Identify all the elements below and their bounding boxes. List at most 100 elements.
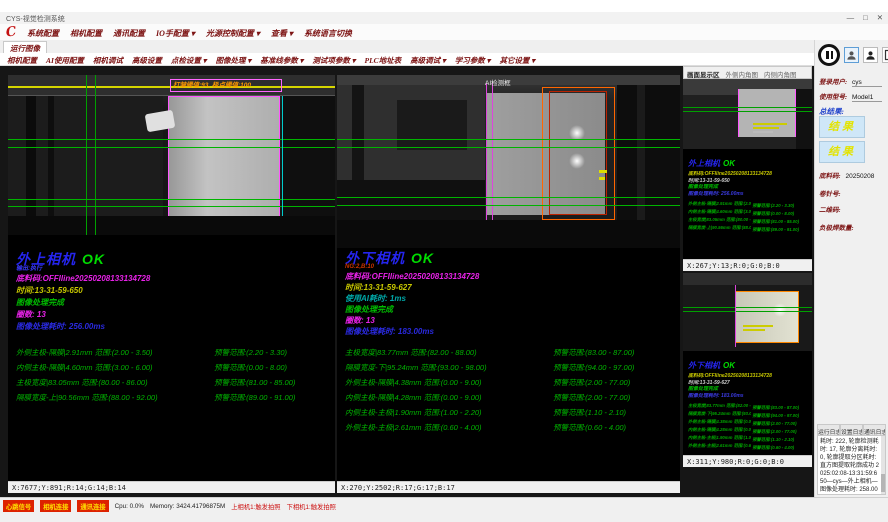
toolbar-item[interactable]: 高级设置: [132, 55, 162, 65]
overlay-text-mark: [743, 325, 773, 327]
log-tab[interactable]: 运行日志: [817, 424, 840, 435]
overlay-mark-yellow: [599, 177, 605, 180]
toolbar-item[interactable]: 测试项参数 ▾: [312, 55, 355, 65]
menu-item[interactable]: IO手配置 ▾: [156, 28, 195, 39]
measurement-row: 内侧主极-隔膜|4.60mm 范围:(3.00 - 6.00) 预警范围:(0.…: [16, 362, 333, 377]
minimize-button[interactable]: —: [847, 13, 855, 22]
measurement-value: 隔膜宽度-上|90.56mm 范围:(88.00 - 92.00): [688, 225, 751, 231]
machine-slot: [397, 100, 467, 150]
mini-bottom-coord-bar: X:311;Y:980;R:0;G:0;B:0: [683, 455, 812, 467]
login-user-value[interactable]: cys: [852, 79, 882, 87]
result-value: OK: [411, 250, 434, 266]
cell-region: [735, 291, 799, 343]
log-tab[interactable]: 设置日志: [840, 424, 863, 435]
log-scrollbar[interactable]: [881, 436, 885, 494]
tray-code-field: 底料码: 20250208: [819, 170, 885, 180]
login-button[interactable]: [844, 47, 859, 63]
threshold-overlay-label: 打皱阈值:93, 极点阈值:100: [170, 79, 282, 92]
mini-bottom-image[interactable]: [683, 273, 812, 351]
measurement-value: 主极宽度|83.05mm 范围:(80.00 - 86.00): [16, 377, 212, 388]
machine-right: [283, 96, 335, 235]
measurement-warn: 预警范围:(94.00 - 97.00): [752, 413, 799, 418]
camera-up-status: 上相机1:触发拍照: [231, 502, 280, 511]
toolbar-item[interactable]: 图像处理 ▾: [216, 55, 252, 65]
toolbar-item[interactable]: 高级调试 ▾: [410, 55, 446, 65]
menu-item[interactable]: 相机配置: [70, 28, 102, 39]
process-time-line: 图像处理耗时: 256.00ms: [16, 321, 331, 333]
overlay-line-green-h: [337, 147, 680, 148]
menu-item[interactable]: 通讯配置: [113, 28, 145, 39]
log-area[interactable]: 耗时: 222, 轮廓检测耗时: 17, 轮廓分离耗时: 0, 轮廓提取分区耗时…: [817, 435, 886, 495]
menu-item[interactable]: 光源控制配置 ▾: [206, 28, 260, 39]
machine-right: [796, 89, 812, 149]
model-value[interactable]: Model1: [852, 94, 882, 102]
menu-item[interactable]: 查看 ▾: [271, 28, 293, 39]
measurement-row: 隔膜宽度-下|95.24mm 范围:(93.00 - 98.00) 预警范围:(…: [345, 362, 678, 377]
menu-item[interactable]: 系统配置: [27, 28, 59, 39]
toolbar-item[interactable]: 点检设置 ▾: [171, 55, 207, 65]
mini-header-tab[interactable]: 内侧内角图: [764, 69, 797, 78]
overlay-line-green-h: [337, 139, 680, 140]
overlay-line-green-h: [683, 311, 812, 312]
left-camera-image[interactable]: 打皱阈值:93, 极点阈值:100: [8, 75, 335, 235]
measurement-row: 外侧主极-隔膜|2.91mm 范围:(2.00 - 3.50) 预警范围:(2.…: [688, 201, 810, 209]
window-title: CYS-视觉检测系统: [6, 14, 65, 24]
toolbar-item[interactable]: 相机配置: [7, 55, 37, 65]
measurement-value: 主极宽度|83.77mm 范围:(82.00 - 88.00): [688, 403, 751, 409]
log-tab[interactable]: 通讯日志: [863, 424, 886, 435]
overlay-line-green-h: [337, 205, 680, 206]
mini-header-tab[interactable]: 外侧内角图: [726, 69, 759, 78]
overlay-line-green-h: [683, 111, 812, 112]
measurement-warn: 预警范围:(2.00 - 77.00): [553, 378, 630, 387]
measurement-warn: 预警范围:(81.00 - 85.00): [214, 378, 295, 387]
measurement-value: 内侧主极-隔膜|4.28mm 范围:(0.00 - 9.00): [688, 427, 751, 433]
measurement-warn: 预警范围:(0.00 - 8.00): [214, 363, 287, 372]
close-button[interactable]: ✕: [877, 13, 883, 22]
menu-item[interactable]: 系统语言切换: [304, 28, 352, 39]
weld-count-label: 负极焊数量:: [819, 222, 885, 232]
center-camera-panel: AI检测框 外下相机OK NG:2,B:10 底料码:OFFIline20250…: [337, 75, 680, 493]
barcode-line: 底料码:OFFIline20250208133134728: [345, 271, 676, 282]
measurement-row: 内侧主极-隔膜|4.28mm 范围:(0.00 - 9.00) 预警范围:(2.…: [688, 427, 810, 435]
turns-line: 圈数: 13: [16, 309, 331, 321]
heartbeat-badge: 心跳信号: [3, 500, 34, 512]
tab-row: 运行图像: [0, 40, 888, 54]
cell-region: [738, 89, 796, 137]
maximize-button[interactable]: □: [863, 13, 868, 22]
overlay-mark-yellow: [599, 170, 607, 173]
measurement-row: 外侧主极-主极|2.61mm 范围:(0.60 - 4.00) 预警范围:(0.…: [688, 443, 810, 451]
user-icon: [865, 50, 876, 61]
result-value: OK: [723, 361, 735, 370]
overlay-line-cyan-v: [282, 96, 283, 216]
measurement-warn: 预警范围:(2.00 - 77.00): [752, 429, 796, 434]
overlay-line-green-h: [337, 197, 680, 198]
toolbar-item[interactable]: AI使用配置: [46, 55, 84, 65]
glare-spot: [569, 153, 585, 169]
toolbar-item[interactable]: 学习参数 ▾: [455, 55, 491, 65]
mini-top-image[interactable]: [683, 79, 812, 149]
center-camera-image[interactable]: AI检测框: [337, 75, 680, 248]
process-done-line: 图像处理完成: [345, 304, 676, 315]
overlay-line-green-h: [8, 199, 335, 200]
mini-top-text: 外上相机OK 底料码:OFFIline20250208133134728 时间:…: [688, 153, 810, 233]
overlay-line-green-v: [95, 75, 96, 235]
toolbar-item[interactable]: PLC地址表: [364, 55, 401, 65]
exit-button[interactable]: [882, 47, 888, 63]
toolbar-item[interactable]: 相机调试: [93, 55, 123, 65]
camera-name: 外下相机: [688, 361, 720, 370]
overlay-line-green-h: [8, 147, 335, 148]
result-value: OK: [82, 251, 105, 267]
pause-button[interactable]: [818, 44, 840, 66]
measurement-row: 主极宽度|83.05mm 范围:(80.00 - 86.00) 预警范围:(81…: [16, 377, 333, 392]
model-label: 使用型号:: [819, 94, 847, 101]
center-coord-bar: X:270;Y:2502;R:17;G:17;B:17: [337, 481, 680, 493]
measurement-warn: 预警范围:(0.60 - 4.00): [752, 445, 794, 450]
qr-label: 二维码:: [819, 204, 885, 214]
user-button[interactable]: [863, 47, 878, 63]
measurement-row: 主极宽度|83.05mm 范围:(80.00 - 86.00) 预警范围:(81…: [688, 217, 810, 225]
toolbar-item[interactable]: 基准线参数 ▾: [260, 55, 303, 65]
measurement-warn: 预警范围:(2.00 - 77.00): [752, 421, 796, 426]
toolbar-item[interactable]: 其它设置 ▾: [499, 55, 535, 65]
mini-header-title: 画面显示区: [687, 69, 720, 78]
measurement-warn: 预警范围:(0.00 - 8.00): [752, 211, 794, 216]
